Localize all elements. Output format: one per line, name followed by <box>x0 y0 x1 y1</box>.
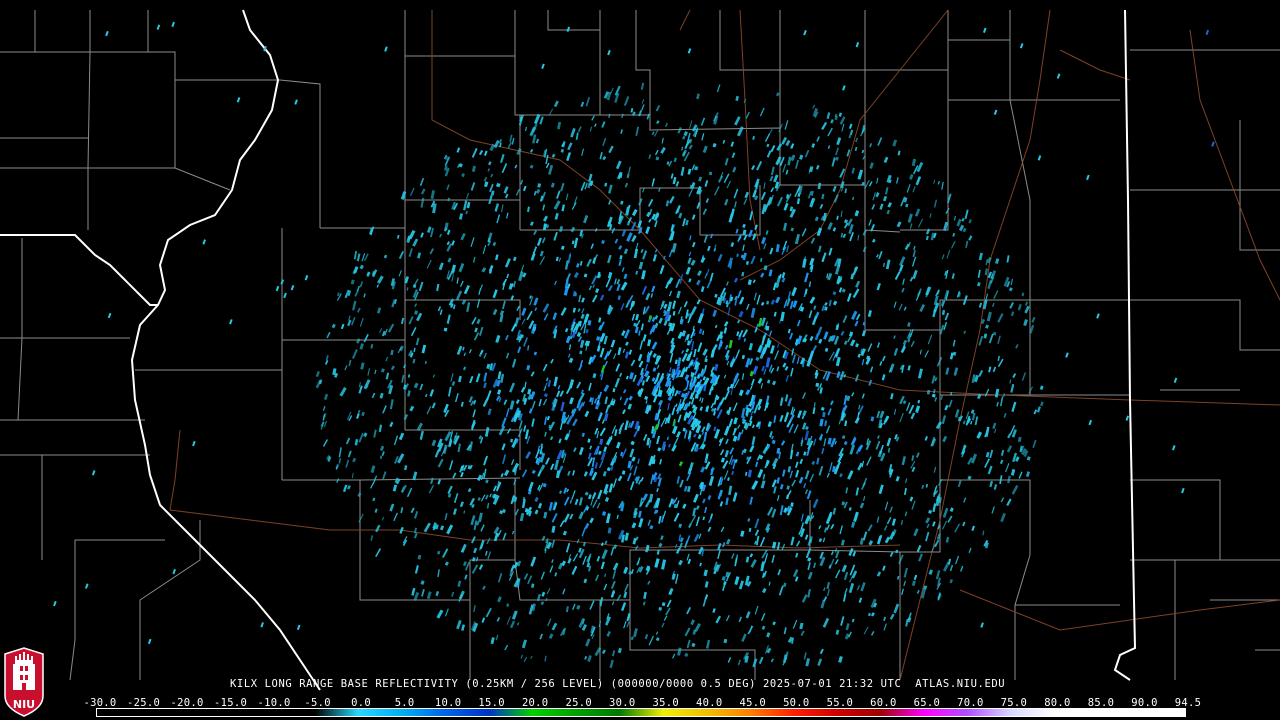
scale-segment <box>271 709 315 716</box>
scale-segment <box>1054 709 1098 716</box>
scale-segment <box>445 709 489 716</box>
radar-map <box>0 0 1280 720</box>
logo-text: NIU <box>13 698 35 711</box>
scale-segment <box>1141 709 1185 716</box>
scale-segment <box>662 709 707 716</box>
scale-segment <box>1010 709 1055 716</box>
scale-segment <box>749 709 794 716</box>
scale-segment <box>314 709 359 716</box>
scale-segment <box>97 709 141 716</box>
scale-segment <box>706 709 750 716</box>
niu-logo: NIU <box>4 647 44 717</box>
scale-segment <box>358 709 402 716</box>
color-scale-bar <box>96 708 1186 717</box>
scale-segment <box>836 709 881 716</box>
radar-site-marker <box>673 377 687 391</box>
scale-segment <box>880 709 924 716</box>
scale-segment <box>1097 709 1142 716</box>
scale-segment <box>140 709 185 716</box>
scale-segment <box>793 709 837 716</box>
scale-segment <box>923 709 968 716</box>
scale-segment <box>184 709 228 716</box>
scale-segment <box>575 709 620 716</box>
scale-segment <box>227 709 272 716</box>
scale-segment <box>532 709 576 716</box>
scale-segment <box>401 709 446 716</box>
scale-segment <box>967 709 1011 716</box>
product-caption: KILX LONG RANGE BASE REFLECTIVITY (0.25K… <box>230 678 1006 690</box>
scale-segment <box>488 709 533 716</box>
scale-segment <box>619 709 663 716</box>
